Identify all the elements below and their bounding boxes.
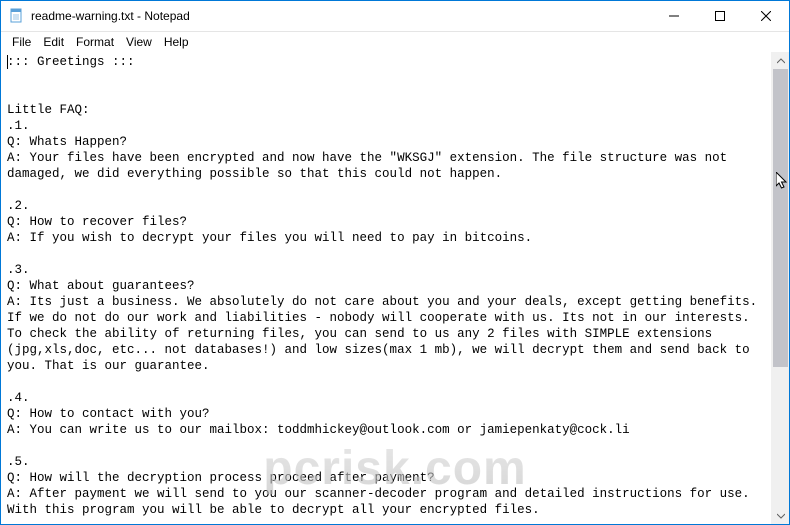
menu-edit[interactable]: Edit [38, 35, 69, 49]
document-text: ::: Greetings ::: Little FAQ: .1. Q: Wha… [7, 55, 765, 517]
window-controls [651, 1, 789, 31]
scroll-down-arrow-icon[interactable] [772, 507, 789, 524]
menubar: File Edit Format View Help [1, 32, 789, 52]
menu-format[interactable]: Format [71, 35, 119, 49]
text-editor[interactable]: ::: Greetings ::: Little FAQ: .1. Q: Wha… [1, 52, 771, 524]
maximize-button[interactable] [697, 1, 743, 31]
menu-file[interactable]: File [7, 35, 36, 49]
notepad-window: readme-warning.txt - Notepad File Edit F… [0, 0, 790, 525]
minimize-button[interactable] [651, 1, 697, 31]
menu-help[interactable]: Help [159, 35, 194, 49]
window-title: readme-warning.txt - Notepad [31, 9, 190, 23]
menu-view[interactable]: View [121, 35, 157, 49]
scroll-up-arrow-icon[interactable] [772, 52, 789, 69]
titlebar-left: readme-warning.txt - Notepad [1, 8, 190, 24]
vertical-scrollbar[interactable] [771, 52, 789, 524]
titlebar[interactable]: readme-warning.txt - Notepad [1, 1, 789, 32]
content-area: ::: Greetings ::: Little FAQ: .1. Q: Wha… [1, 52, 789, 524]
notepad-icon [9, 8, 25, 24]
close-button[interactable] [743, 1, 789, 31]
scroll-thumb[interactable] [773, 69, 788, 367]
scroll-track[interactable] [772, 69, 789, 507]
